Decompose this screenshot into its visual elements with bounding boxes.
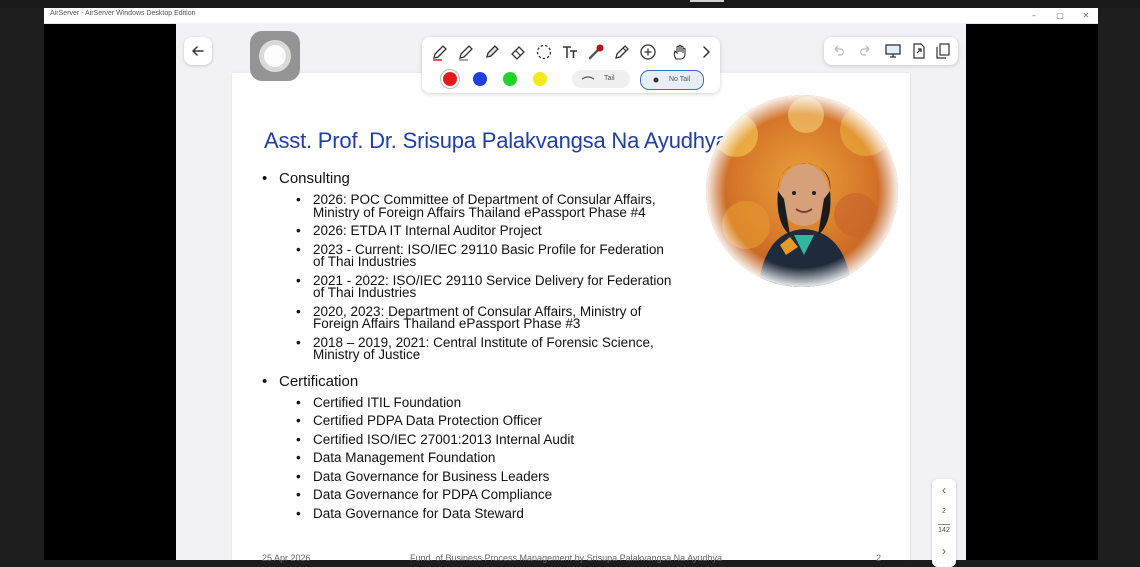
total-pages: 142: [938, 527, 950, 534]
footer-title: Fund. of Business Process Management by …: [410, 553, 723, 563]
list-item: 2018 – 2019, 2021: Central Institute of …: [296, 335, 712, 362]
highlighter-icon[interactable]: [482, 42, 502, 62]
section-consulting: Consulting: [262, 169, 712, 188]
current-page: 2: [942, 508, 946, 515]
color-red-swatch[interactable]: [443, 72, 457, 86]
left-background: [0, 8, 44, 560]
title-bar: AirServer - AirServer Windows Desktop Ed…: [44, 8, 1098, 24]
footer-page-number: 2: [876, 553, 882, 563]
tail-stroke-icon: [581, 76, 595, 80]
footer-date: 25 Apr 2026: [262, 553, 311, 563]
slide-body: Consulting 2026: POC Committee of Depart…: [262, 167, 712, 520]
list-item: Certified ISO/IEC 27001:2013 Internal Au…: [296, 432, 712, 447]
list-item: 2020, 2023: Department of Consular Affai…: [296, 304, 712, 331]
list-item: Data Governance for Business Leaders: [296, 469, 712, 484]
pen-icon[interactable]: [430, 42, 450, 62]
chevron-right-icon[interactable]: [696, 42, 716, 62]
record-button[interactable]: [250, 31, 300, 81]
lasso-select-icon[interactable]: [534, 42, 554, 62]
page-separator: [938, 524, 950, 525]
close-button[interactable]: ✕: [1074, 9, 1098, 22]
right-toolbar: [824, 37, 958, 65]
list-item: Certified PDPA Data Protection Officer: [296, 414, 712, 428]
present-screen-icon[interactable]: [884, 42, 902, 60]
window-title: AirServer - AirServer Windows Desktop Ed…: [50, 10, 196, 17]
redo-icon[interactable]: [856, 42, 874, 60]
right-background: [1098, 8, 1140, 560]
copy-pages-icon[interactable]: [934, 42, 952, 60]
whiteboard-stage: Asst. Prof. Dr. Srisupa Palakvangsa Na A…: [176, 23, 966, 567]
list-item: 2023 - Current: ISO/IEC 29110 Basic Prof…: [296, 242, 712, 269]
hand-gesture-icon[interactable]: [670, 42, 690, 62]
list-item: 2021 - 2022: ISO/IEC 29110 Service Deliv…: [296, 273, 712, 300]
airserver-window: AirServer - AirServer Windows Desktop Ed…: [44, 8, 1098, 567]
section-certification: Certification: [262, 372, 712, 391]
list-item: Data Management Foundation: [296, 451, 712, 465]
pencil-icon[interactable]: [612, 42, 632, 62]
list-item: 2026: ETDA IT Internal Auditor Project: [296, 224, 712, 238]
export-icon[interactable]: [910, 42, 928, 60]
next-page-button[interactable]: ›: [932, 544, 956, 558]
tail-toggle[interactable]: Tail: [572, 70, 630, 88]
slide-heading: Asst. Prof. Dr. Srisupa Palakvangsa Na A…: [264, 128, 728, 153]
arrow-left-icon: [192, 46, 204, 56]
laser-pointer-icon[interactable]: [586, 42, 606, 62]
color-blue-swatch[interactable]: [473, 72, 487, 86]
profile-photo-image: [706, 95, 898, 287]
text-icon[interactable]: [560, 42, 580, 62]
add-icon[interactable]: [638, 42, 658, 62]
prev-page-button[interactable]: ‹: [932, 483, 956, 497]
undo-icon[interactable]: [830, 42, 848, 60]
top-strip: [0, 0, 1140, 8]
slide: Asst. Prof. Dr. Srisupa Palakvangsa Na A…: [232, 73, 910, 563]
list-item: Certified ITIL Foundation: [296, 395, 712, 410]
dot-icon: [653, 77, 659, 83]
minimize-button[interactable]: –: [1022, 9, 1046, 22]
marker-icon[interactable]: [456, 42, 476, 62]
annotation-toolbar: Tail No Tail: [422, 37, 720, 93]
color-green-swatch[interactable]: [503, 72, 517, 86]
maximize-button[interactable]: ▢: [1048, 9, 1072, 22]
list-item: Data Governance for Data Steward: [296, 506, 712, 521]
section-list: Consulting 2026: POC Committee of Depart…: [262, 169, 712, 520]
list-item: 2026: POC Committee of Department of Con…: [296, 193, 712, 219]
page-navigator: ‹ 2 142 ›: [932, 479, 956, 567]
color-yellow-swatch[interactable]: [533, 72, 547, 86]
color-row: Tail No Tail: [422, 67, 720, 91]
list-item: Data Governance for PDPA Compliance: [296, 488, 712, 502]
top-notch: [690, 0, 724, 2]
no-tail-toggle[interactable]: No Tail: [640, 70, 704, 90]
eraser-icon[interactable]: [508, 42, 528, 62]
back-button[interactable]: [184, 37, 212, 65]
profile-photo: [706, 95, 898, 287]
record-circle-icon: [259, 40, 291, 72]
